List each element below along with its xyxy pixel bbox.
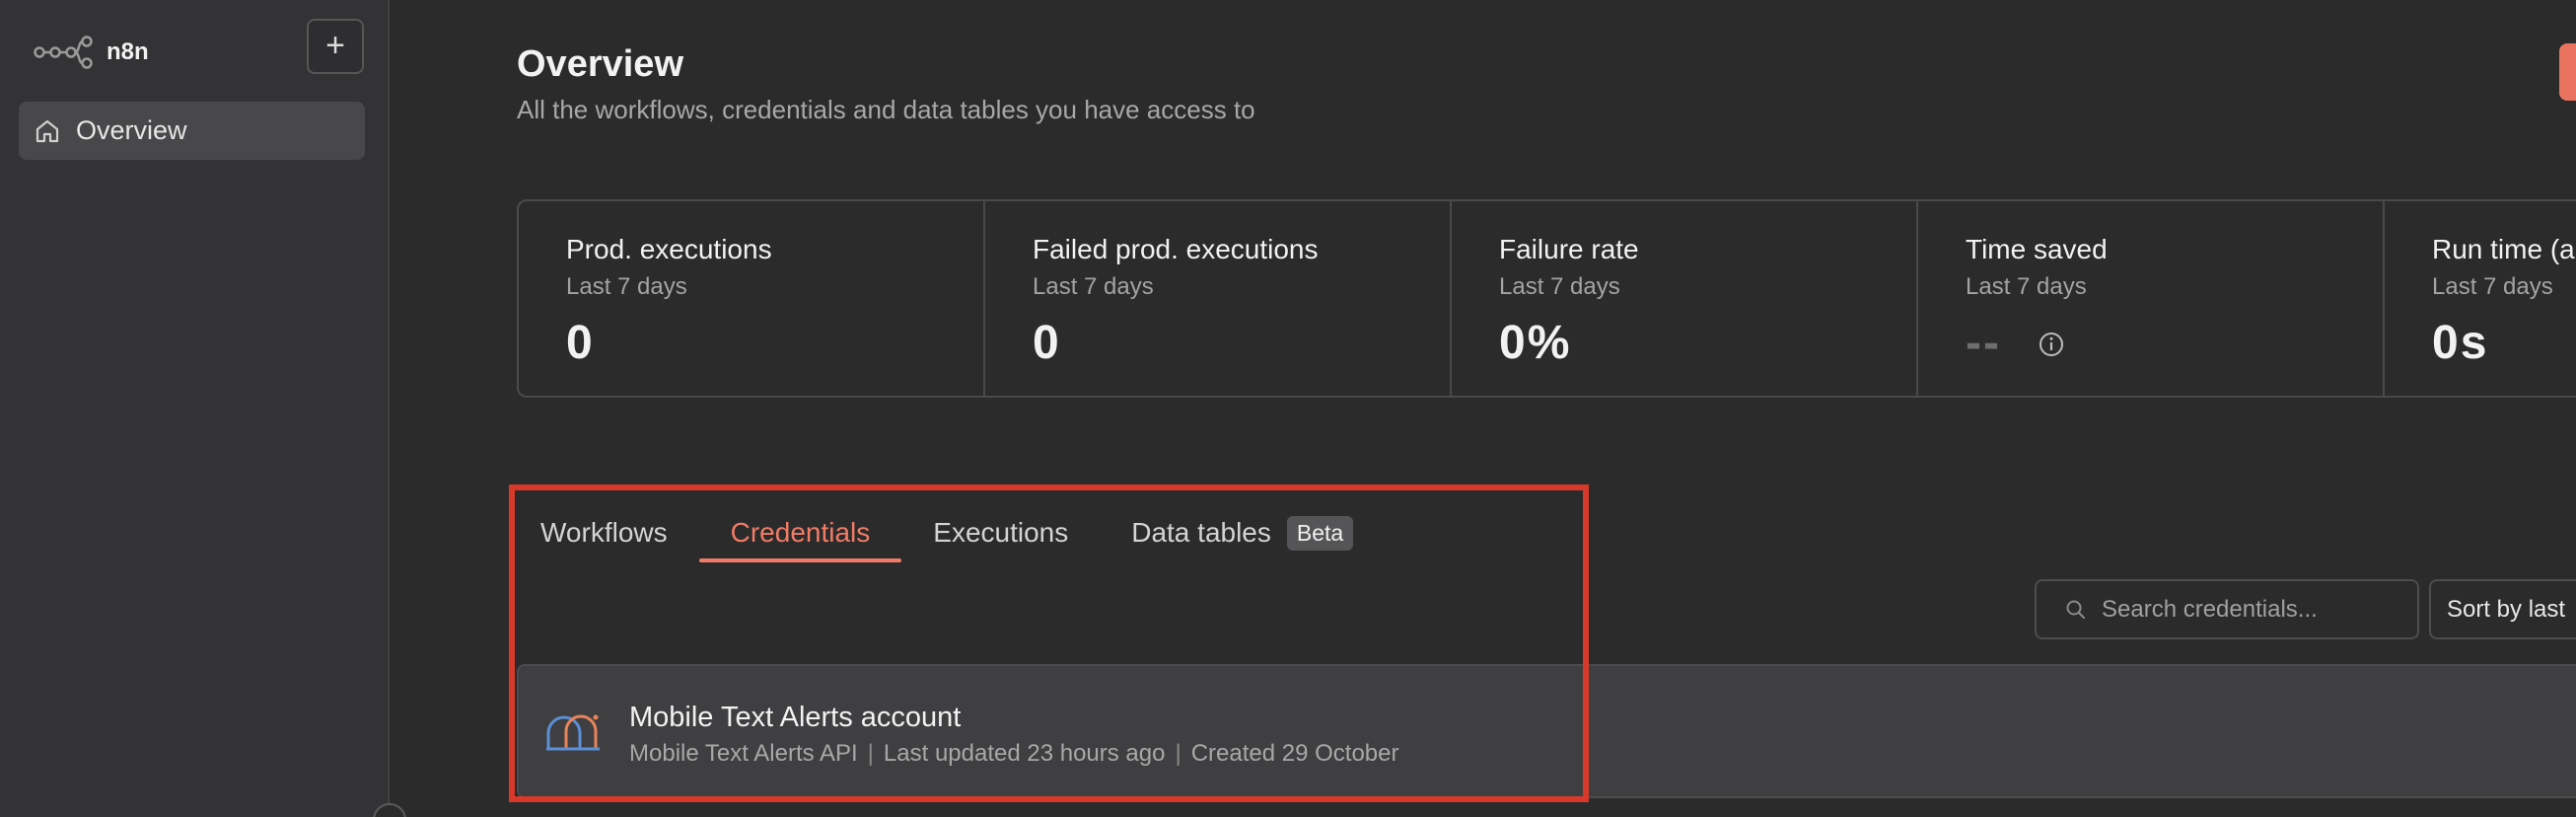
sidebar: n8n + Overview [0, 0, 390, 817]
logo[interactable]: n8n [34, 28, 149, 77]
mobile-text-alerts-icon [546, 714, 600, 751]
stat-run-time[interactable]: Run time (a Last 7 days 0s [2385, 201, 2576, 396]
stat-value: 0 [566, 317, 595, 369]
tab-data-tables[interactable]: Data tables Beta [1100, 503, 1385, 562]
home-icon [36, 119, 59, 142]
sidebar-item-overview[interactable]: Overview [19, 102, 365, 160]
stat-period: Last 7 days [1966, 273, 2087, 300]
logo-text: n8n [107, 38, 149, 65]
credential-updated: Last updated 23 hours ago [883, 740, 1166, 767]
credential-name: Mobile Text Alerts account [629, 702, 962, 733]
info-icon[interactable] [2038, 331, 2065, 358]
tab-executions[interactable]: Executions [901, 503, 1100, 562]
search-input[interactable] [2102, 595, 2397, 624]
add-button[interactable]: + [307, 19, 364, 74]
stat-period: Last 7 days [1499, 273, 1620, 300]
stat-value: 0% [1499, 317, 1572, 369]
search-icon [2066, 600, 2085, 619]
beta-badge: Beta [1286, 515, 1354, 551]
meta-separator: | [1175, 740, 1181, 767]
stat-prod-executions[interactable]: Prod. executions Last 7 days 0 [519, 201, 985, 396]
credential-type: Mobile Text Alerts API [629, 740, 858, 767]
tab-workflows[interactable]: Workflows [509, 503, 699, 562]
stat-value: 0 [1033, 317, 1061, 369]
credential-meta: Mobile Text Alerts API | Last updated 23 h… [629, 740, 1399, 768]
stat-failure-rate[interactable]: Failure rate Last 7 days 0% [1452, 201, 1918, 396]
create-button[interactable] [2559, 43, 2576, 101]
credential-card[interactable]: Mobile Text Alerts account Mobile Text A… [517, 664, 2576, 798]
app-window: n8n + Overview Overview All the workflow… [0, 0, 2576, 817]
stat-period: Last 7 days [566, 273, 687, 300]
stat-title: Failure rate [1499, 234, 1639, 264]
stat-title: Prod. executions [566, 234, 772, 264]
page-title: Overview [517, 43, 683, 85]
stat-title: Time saved [1966, 234, 2108, 264]
main-content: Overview All the workflows, credentials … [390, 0, 2576, 817]
stat-time-saved[interactable]: Time saved Last 7 days -- [1918, 201, 2385, 396]
tab-credentials[interactable]: Credentials [698, 503, 902, 562]
stat-value: -- [1966, 317, 2001, 369]
stat-title: Run time (a [2432, 234, 2575, 264]
stat-period: Last 7 days [1033, 273, 1154, 300]
sidebar-item-label: Overview [76, 115, 187, 145]
n8n-logo-icon [34, 36, 93, 69]
credential-created: Created 29 October [1190, 740, 1399, 767]
stat-title: Failed prod. executions [1033, 234, 1319, 264]
stat-period: Last 7 days [2432, 273, 2553, 300]
stat-value: 0s [2432, 317, 2489, 369]
resource-tabs: Workflows Credentials Executions Data ta… [509, 503, 1385, 562]
stats-panel: Prod. executions Last 7 days 0 Failed pr… [517, 199, 2576, 398]
meta-separator: | [867, 740, 874, 767]
search-box[interactable] [2035, 579, 2419, 639]
sort-select[interactable]: Sort by last [2429, 579, 2576, 639]
tab-label: Data tables [1131, 517, 1271, 548]
stat-failed-prod-executions[interactable]: Failed prod. executions Last 7 days 0 [985, 201, 1452, 396]
page-subtitle: All the workflows, credentials and data … [517, 95, 1255, 124]
